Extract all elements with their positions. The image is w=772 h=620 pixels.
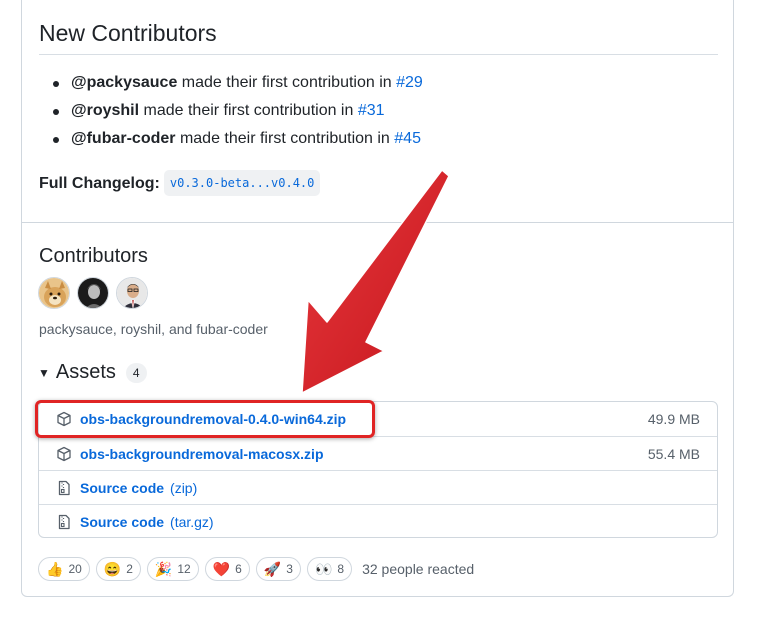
asset-row: Source code (zip) xyxy=(39,470,717,504)
heading-rule xyxy=(39,54,718,55)
changelog-label: Full Changelog: xyxy=(39,175,160,192)
reaction-summary: 32 people reacted xyxy=(362,561,475,577)
thumbs-up-icon: 👍 xyxy=(46,561,64,577)
reaction-count: 6 xyxy=(235,562,242,576)
reaction-count: 12 xyxy=(177,562,191,576)
list-item: @fubar-coder made their first contributi… xyxy=(39,128,423,156)
asset-format[interactable]: (tar.gz) xyxy=(170,514,214,530)
changelog-link[interactable]: v0.3.0-beta...v0.4.0 xyxy=(163,170,321,196)
reaction-count: 20 xyxy=(68,562,82,576)
avatar[interactable] xyxy=(116,277,148,309)
contributor-names: packysauce, royshil, and fubar-coder xyxy=(39,321,268,337)
asset-size: 49.9 MB xyxy=(647,411,700,427)
reaction-button[interactable]: 👀 8 xyxy=(306,557,353,581)
reaction-button[interactable]: 😄 2 xyxy=(95,557,141,581)
section-divider xyxy=(21,222,734,223)
assets-toggle[interactable]: ▼ Assets 4 xyxy=(38,361,147,384)
new-contributors-list: @packysauce made their first contributio… xyxy=(39,72,423,156)
asset-row: Source code (tar.gz) xyxy=(39,504,717,537)
triangle-down-icon: ▼ xyxy=(38,365,50,380)
asset-link[interactable]: Source code xyxy=(80,514,164,530)
tada-icon: 🎉 xyxy=(154,561,173,577)
file-zip-icon xyxy=(56,514,72,530)
user-mention[interactable]: @packysauce xyxy=(71,74,177,91)
assets-count-badge: 4 xyxy=(125,362,147,383)
full-changelog: Full Changelog: v0.3.0-beta...v0.4.0 xyxy=(39,170,321,196)
reaction-button[interactable]: 🎉 12 xyxy=(146,557,199,581)
user-mention[interactable]: @fubar-coder xyxy=(71,130,176,147)
reactions-bar: 👍 20 😄 2 🎉 12 ❤️ 6 🚀 3 👀 8 32 people reacted xyxy=(38,557,474,581)
list-item: @royshil made their first contribution i… xyxy=(39,100,423,128)
highlight-box xyxy=(35,400,375,438)
reaction-count: 2 xyxy=(126,562,133,576)
list-item-text: made their first contribution in xyxy=(177,74,397,91)
file-zip-icon xyxy=(56,480,72,496)
contributor-avatars xyxy=(38,277,148,309)
reaction-button[interactable]: 👍 20 xyxy=(38,557,90,581)
user-mention[interactable]: @royshil xyxy=(71,102,139,119)
pr-link[interactable]: #29 xyxy=(396,74,423,91)
assets-heading: Assets xyxy=(55,361,116,383)
rocket-icon: 🚀 xyxy=(263,561,282,577)
list-item: @packysauce made their first contributio… xyxy=(39,72,423,100)
new-contributors-heading: New Contributors xyxy=(39,20,217,46)
asset-link[interactable]: Source code xyxy=(80,480,164,496)
pr-link[interactable]: #31 xyxy=(358,102,385,119)
asset-format[interactable]: (zip) xyxy=(170,480,197,496)
asset-size: 55.4 MB xyxy=(647,445,700,462)
reaction-count: 3 xyxy=(286,562,293,576)
reaction-button[interactable]: ❤️ 6 xyxy=(204,557,250,581)
contributors-heading: Contributors xyxy=(39,245,148,267)
avatar[interactable] xyxy=(38,277,70,309)
pr-link[interactable]: #45 xyxy=(394,130,421,147)
heart-icon: ❤️ xyxy=(212,561,231,577)
reaction-count: 8 xyxy=(337,562,345,576)
package-icon xyxy=(56,446,72,462)
list-item-text: made their first contribution in xyxy=(139,102,358,119)
asset-link[interactable]: obs-backgroundremoval-macosx.zip xyxy=(80,446,324,462)
reaction-button[interactable]: 🚀 3 xyxy=(255,557,301,581)
asset-row: obs-backgroundremoval-macosx.zip 55.4 MB xyxy=(39,436,717,470)
eyes-icon: 👀 xyxy=(314,561,333,577)
list-item-text: made their first contribution in xyxy=(175,130,395,147)
avatar[interactable] xyxy=(77,277,109,309)
laugh-icon: 😄 xyxy=(103,561,122,577)
